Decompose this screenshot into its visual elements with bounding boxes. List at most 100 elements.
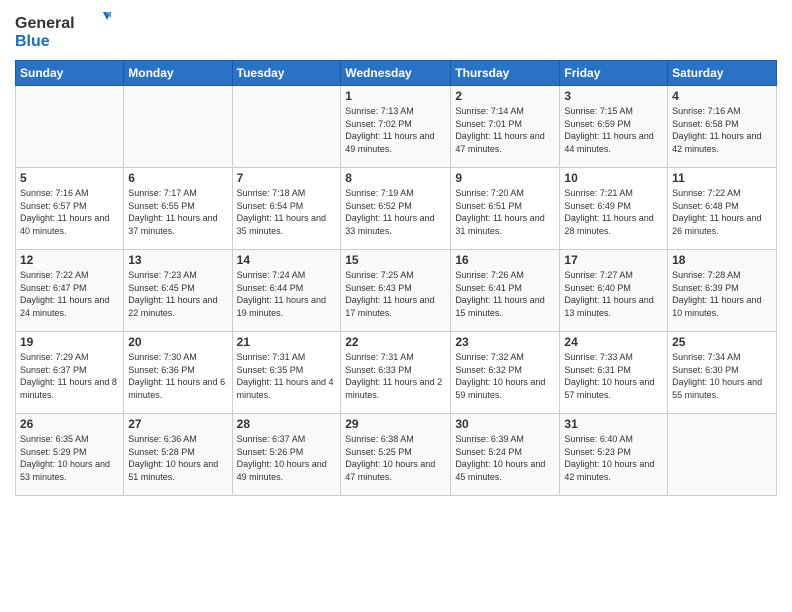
calendar-cell: 17 Sunrise: 7:27 AMSunset: 6:40 PMDayligh… — [560, 250, 668, 332]
day-number: 7 — [237, 171, 337, 185]
day-info: Sunrise: 7:31 AMSunset: 6:35 PMDaylight:… — [237, 351, 337, 401]
day-info: Sunrise: 7:31 AMSunset: 6:33 PMDaylight:… — [345, 351, 446, 401]
day-number: 6 — [128, 171, 227, 185]
calendar-page: General Blue SundayMondayTuesdayWednesda… — [0, 0, 792, 612]
calendar-cell: 2 Sunrise: 7:14 AMSunset: 7:01 PMDaylight… — [451, 86, 560, 168]
calendar-cell: 8 Sunrise: 7:19 AMSunset: 6:52 PMDaylight… — [341, 168, 451, 250]
day-number: 18 — [672, 253, 772, 267]
day-number: 28 — [237, 417, 337, 431]
day-number: 15 — [345, 253, 446, 267]
day-info: Sunrise: 6:40 AMSunset: 5:23 PMDaylight:… — [564, 433, 663, 483]
day-info: Sunrise: 7:32 AMSunset: 6:32 PMDaylight:… — [455, 351, 555, 401]
logo: General Blue — [15, 10, 115, 52]
day-number: 21 — [237, 335, 337, 349]
day-info: Sunrise: 7:21 AMSunset: 6:49 PMDaylight:… — [564, 187, 663, 237]
day-number: 1 — [345, 89, 446, 103]
day-number: 16 — [455, 253, 555, 267]
day-number: 11 — [672, 171, 772, 185]
day-number: 19 — [20, 335, 119, 349]
calendar-cell: 26 Sunrise: 6:35 AMSunset: 5:29 PMDayligh… — [16, 414, 124, 496]
calendar-cell: 9Sunrise: 7:20 AMSunset: 6:51 PMDaylight… — [451, 168, 560, 250]
day-info: Sunrise: 6:38 AMSunset: 5:25 PMDaylight:… — [345, 433, 446, 483]
weekday-header-saturday: Saturday — [668, 61, 777, 86]
day-info: Sunrise: 6:39 AMSunset: 5:24 PMDaylight:… — [455, 433, 555, 483]
day-info: Sunrise: 7:33 AMSunset: 6:31 PMDaylight:… — [564, 351, 663, 401]
weekday-header-monday: Monday — [124, 61, 232, 86]
day-number: 2 — [455, 89, 555, 103]
calendar-cell — [232, 86, 341, 168]
day-info: Sunrise: 7:14 AMSunset: 7:01 PMDaylight:… — [455, 105, 555, 155]
day-number: 25 — [672, 335, 772, 349]
calendar-cell — [16, 86, 124, 168]
week-row-1: 1 Sunrise: 7:13 AMSunset: 7:02 PMDaylight… — [16, 86, 777, 168]
calendar-cell: 5 Sunrise: 7:16 AMSunset: 6:57 PMDaylight… — [16, 168, 124, 250]
day-info: Sunrise: 7:29 AMSunset: 6:37 PMDaylight:… — [20, 351, 119, 401]
calendar-cell: 22 Sunrise: 7:31 AMSunset: 6:33 PMDayligh… — [341, 332, 451, 414]
day-info: Sunrise: 7:27 AMSunset: 6:40 PMDaylight:… — [564, 269, 663, 319]
calendar-cell: 31 Sunrise: 6:40 AMSunset: 5:23 PMDayligh… — [560, 414, 668, 496]
day-info: Sunrise: 7:18 AMSunset: 6:54 PMDaylight:… — [237, 187, 337, 237]
svg-text:Blue: Blue — [15, 33, 50, 50]
day-info: Sunrise: 7:24 AMSunset: 6:44 PMDaylight:… — [237, 269, 337, 319]
day-number: 14 — [237, 253, 337, 267]
day-info: Sunrise: 7:22 AMSunset: 6:48 PMDaylight:… — [672, 187, 772, 237]
day-number: 5 — [20, 171, 119, 185]
calendar-cell: 13Sunrise: 7:23 AMSunset: 6:45 PMDayligh… — [124, 250, 232, 332]
calendar-cell: 10 Sunrise: 7:21 AMSunset: 6:49 PMDayligh… — [560, 168, 668, 250]
day-info: Sunrise: 7:26 AMSunset: 6:41 PMDaylight:… — [455, 269, 555, 319]
calendar-cell: 25 Sunrise: 7:34 AMSunset: 6:30 PMDayligh… — [668, 332, 777, 414]
day-number: 30 — [455, 417, 555, 431]
calendar-cell: 12Sunrise: 7:22 AMSunset: 6:47 PMDayligh… — [16, 250, 124, 332]
day-info: Sunrise: 7:34 AMSunset: 6:30 PMDaylight:… — [672, 351, 772, 401]
calendar-cell: 29 Sunrise: 6:38 AMSunset: 5:25 PMDayligh… — [341, 414, 451, 496]
calendar-cell: 23Sunrise: 7:32 AMSunset: 6:32 PMDayligh… — [451, 332, 560, 414]
day-info: Sunrise: 6:36 AMSunset: 5:28 PMDaylight:… — [128, 433, 227, 483]
day-info: Sunrise: 7:17 AMSunset: 6:55 PMDaylight:… — [128, 187, 227, 237]
weekday-header-sunday: Sunday — [16, 61, 124, 86]
day-info: Sunrise: 7:15 AMSunset: 6:59 PMDaylight:… — [564, 105, 663, 155]
day-info: Sunrise: 6:35 AMSunset: 5:29 PMDaylight:… — [20, 433, 119, 483]
calendar-cell: 6 Sunrise: 7:17 AMSunset: 6:55 PMDaylight… — [124, 168, 232, 250]
calendar-cell: 30 Sunrise: 6:39 AMSunset: 5:24 PMDayligh… — [451, 414, 560, 496]
day-number: 22 — [345, 335, 446, 349]
calendar-cell: 20Sunrise: 7:30 AMSunset: 6:36 PMDayligh… — [124, 332, 232, 414]
day-number: 4 — [672, 89, 772, 103]
day-info: Sunrise: 7:13 AMSunset: 7:02 PMDaylight:… — [345, 105, 446, 155]
calendar-cell: 24Sunrise: 7:33 AMSunset: 6:31 PMDayligh… — [560, 332, 668, 414]
day-info: Sunrise: 7:23 AMSunset: 6:45 PMDaylight:… — [128, 269, 227, 319]
day-number: 31 — [564, 417, 663, 431]
calendar-cell: 16 Sunrise: 7:26 AMSunset: 6:41 PMDayligh… — [451, 250, 560, 332]
day-info: Sunrise: 7:19 AMSunset: 6:52 PMDaylight:… — [345, 187, 446, 237]
day-info: Sunrise: 7:16 AMSunset: 6:58 PMDaylight:… — [672, 105, 772, 155]
day-info: Sunrise: 7:25 AMSunset: 6:43 PMDaylight:… — [345, 269, 446, 319]
day-number: 12 — [20, 253, 119, 267]
day-number: 29 — [345, 417, 446, 431]
day-info: Sunrise: 7:20 AMSunset: 6:51 PMDaylight:… — [455, 187, 555, 237]
day-number: 27 — [128, 417, 227, 431]
weekday-header-friday: Friday — [560, 61, 668, 86]
calendar-cell: 14 Sunrise: 7:24 AMSunset: 6:44 PMDayligh… — [232, 250, 341, 332]
day-number: 17 — [564, 253, 663, 267]
day-number: 8 — [345, 171, 446, 185]
day-info: Sunrise: 7:16 AMSunset: 6:57 PMDaylight:… — [20, 187, 119, 237]
logo-svg: General Blue — [15, 10, 115, 52]
week-row-3: 12Sunrise: 7:22 AMSunset: 6:47 PMDayligh… — [16, 250, 777, 332]
calendar-cell: 3 Sunrise: 7:15 AMSunset: 6:59 PMDaylight… — [560, 86, 668, 168]
header: General Blue — [15, 10, 777, 52]
calendar-cell: 21 Sunrise: 7:31 AMSunset: 6:35 PMDayligh… — [232, 332, 341, 414]
day-info: Sunrise: 7:28 AMSunset: 6:39 PMDaylight:… — [672, 269, 772, 319]
calendar-cell: 27 Sunrise: 6:36 AMSunset: 5:28 PMDayligh… — [124, 414, 232, 496]
calendar-cell: 1 Sunrise: 7:13 AMSunset: 7:02 PMDaylight… — [341, 86, 451, 168]
calendar-cell: 18 Sunrise: 7:28 AMSunset: 6:39 PMDayligh… — [668, 250, 777, 332]
day-number: 10 — [564, 171, 663, 185]
calendar-cell: 7 Sunrise: 7:18 AMSunset: 6:54 PMDaylight… — [232, 168, 341, 250]
day-number: 3 — [564, 89, 663, 103]
calendar-cell: 28Sunrise: 6:37 AMSunset: 5:26 PMDayligh… — [232, 414, 341, 496]
calendar-cell: 4 Sunrise: 7:16 AMSunset: 6:58 PMDaylight… — [668, 86, 777, 168]
week-row-5: 26 Sunrise: 6:35 AMSunset: 5:29 PMDayligh… — [16, 414, 777, 496]
calendar-cell — [668, 414, 777, 496]
day-number: 26 — [20, 417, 119, 431]
svg-text:General: General — [15, 15, 75, 32]
calendar-cell: 19 Sunrise: 7:29 AMSunset: 6:37 PMDayligh… — [16, 332, 124, 414]
weekday-header-thursday: Thursday — [451, 61, 560, 86]
